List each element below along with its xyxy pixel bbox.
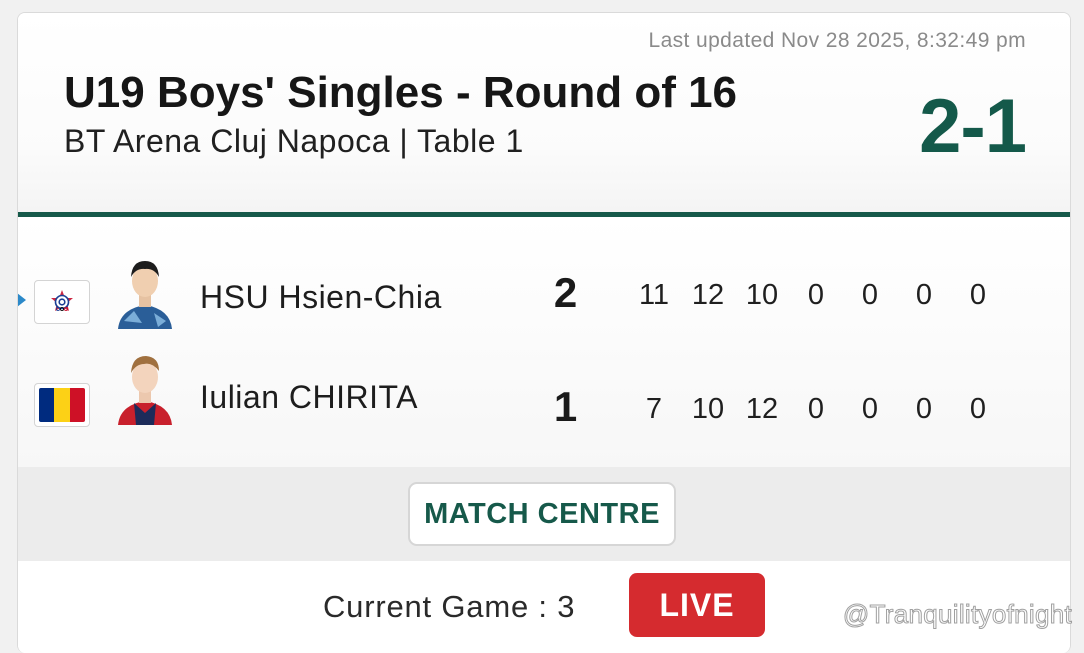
set-score: 10 <box>691 393 725 425</box>
venue-table-text: BT Arena Cluj Napoca | Table 1 <box>64 123 524 159</box>
set-score: 0 <box>969 279 987 311</box>
actions-bar: MATCH CENTRE <box>18 467 1070 561</box>
player-row-2: Iulian CHIRITA 1 7 10 12 0 0 0 0 <box>18 347 1070 457</box>
set-score: 0 <box>861 279 879 311</box>
set-score: 0 <box>807 393 825 425</box>
set-score: 0 <box>807 279 825 311</box>
match-card: Last updated Nov 28 2025, 8:32:49 pm U19… <box>17 12 1071 653</box>
match-header: Last updated Nov 28 2025, 8:32:49 pm U19… <box>18 13 1070 212</box>
event-title: U19 Boys' Singles - Round of 16 <box>64 68 738 117</box>
set-score: 7 <box>645 393 663 425</box>
player-row-1: HSU Hsien-Chia 2 11 12 10 0 0 0 0 <box>18 233 1070 343</box>
player-name[interactable]: Iulian CHIRITA <box>200 379 418 416</box>
player-rows: HSU Hsien-Chia 2 11 12 10 0 0 0 0 Iulian… <box>18 217 1070 467</box>
set-score: 12 <box>745 393 779 425</box>
match-centre-button[interactable]: MATCH CENTRE <box>408 482 676 546</box>
romania-flag-icon <box>34 383 90 427</box>
set-score: 0 <box>861 393 879 425</box>
current-game-text: Current Game : 3 <box>323 589 576 624</box>
set-score: 0 <box>915 279 933 311</box>
games-won: 1 <box>553 383 578 430</box>
set-score: 12 <box>691 279 725 311</box>
watermark-text: @Tranquilityofnight <box>842 599 1072 630</box>
serve-indicator-icon <box>18 293 26 307</box>
player-name[interactable]: HSU Hsien-Chia <box>200 279 442 316</box>
games-won: 2 <box>553 269 578 316</box>
player-avatar <box>114 251 176 329</box>
live-badge[interactable]: LIVE <box>629 573 765 637</box>
set-score: 0 <box>969 393 987 425</box>
set-score: 0 <box>915 393 933 425</box>
last-updated-text: Last updated Nov 28 2025, 8:32:49 pm <box>648 29 1026 52</box>
chinese-taipei-flag-icon <box>34 280 90 324</box>
match-score: 2-1 <box>919 84 1027 169</box>
set-score: 10 <box>745 279 779 311</box>
player-avatar <box>114 347 176 425</box>
set-score: 11 <box>638 279 670 311</box>
